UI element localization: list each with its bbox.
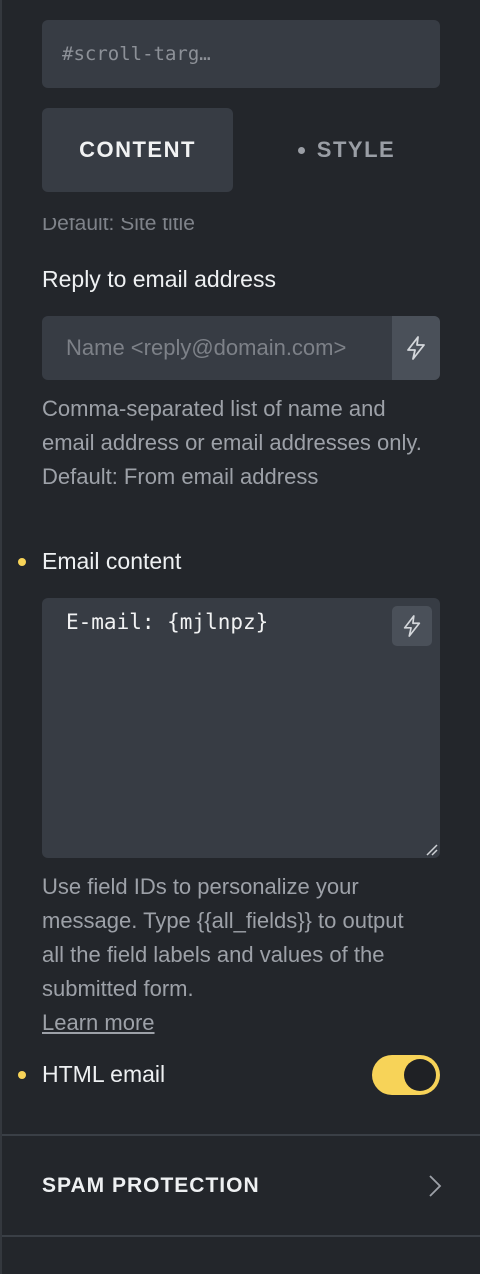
html-email-toggle[interactable] bbox=[372, 1055, 440, 1095]
dynamic-data-button[interactable] bbox=[392, 316, 440, 380]
clipped-help-text-content: Default: Site title bbox=[42, 218, 195, 235]
reply-to-input[interactable] bbox=[42, 316, 392, 380]
reply-to-label: Reply to email address bbox=[42, 266, 276, 292]
lightning-icon bbox=[407, 336, 425, 360]
email-content-label: Email content bbox=[42, 548, 182, 574]
email-content-help: Use field IDs to personalize your messag… bbox=[42, 870, 422, 1040]
reply-to-help: Comma-separated list of name and email a… bbox=[42, 396, 422, 489]
css-id-field[interactable]: #scroll-targ… bbox=[42, 20, 440, 88]
html-email-label: HTML email bbox=[42, 1061, 166, 1087]
learn-more-link[interactable]: Learn more bbox=[42, 1010, 155, 1035]
tab-content-label: CONTENT bbox=[79, 137, 196, 162]
email-content-indicator bbox=[18, 558, 26, 566]
dynamic-data-button[interactable] bbox=[392, 606, 432, 646]
email-content-value: E-mail: {mjlnpz} bbox=[66, 610, 269, 634]
divider bbox=[2, 1134, 480, 1136]
toggle-knob bbox=[404, 1059, 436, 1091]
reply-to-field bbox=[42, 316, 440, 380]
css-id-value: #scroll-targ… bbox=[62, 43, 211, 65]
tab-content[interactable]: CONTENT bbox=[42, 108, 233, 192]
spam-protection-section[interactable]: SPAM PROTECTION bbox=[2, 1137, 480, 1235]
spam-protection-title: SPAM PROTECTION bbox=[42, 1174, 260, 1197]
divider bbox=[2, 1235, 480, 1237]
tab-style[interactable]: STYLE bbox=[253, 108, 440, 192]
email-content-help-text: Use field IDs to personalize your messag… bbox=[42, 874, 404, 1001]
style-dot-icon bbox=[297, 146, 305, 154]
chevron-right-icon bbox=[429, 1175, 442, 1197]
resize-grip-icon[interactable] bbox=[424, 842, 438, 856]
email-content-textarea[interactable]: E-mail: {mjlnpz} bbox=[42, 598, 440, 858]
html-email-indicator bbox=[18, 1071, 26, 1079]
clipped-help-text: Default: Site title bbox=[42, 218, 342, 238]
settings-panel: #scroll-targ… CONTENT STYLE Default: Sit… bbox=[0, 0, 480, 1274]
tab-style-label: STYLE bbox=[316, 137, 396, 162]
lightning-icon bbox=[403, 615, 421, 637]
